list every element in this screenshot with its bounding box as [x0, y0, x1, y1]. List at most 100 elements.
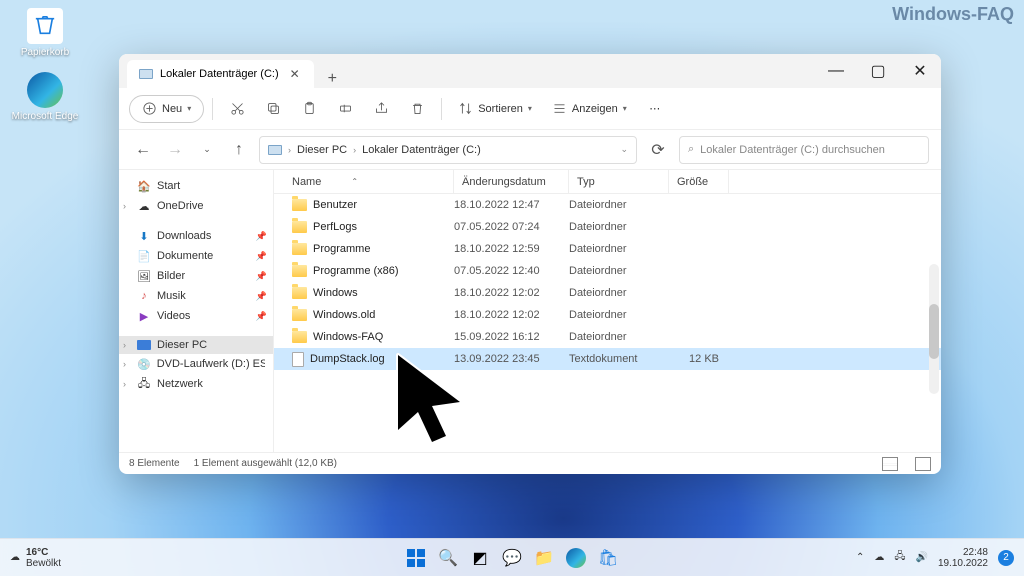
trash-icon: [410, 101, 425, 116]
network-icon: 🖧: [137, 377, 151, 391]
toolbar: Neu ▾ Sortieren ▾ Anzeigen ▾ ⋯: [119, 88, 941, 130]
tray-onedrive-icon[interactable]: ☁: [874, 552, 884, 563]
sidebar-item-thispc[interactable]: ›Dieser PC: [119, 336, 273, 354]
weather-desc: Bewölkt: [26, 558, 61, 569]
col-name[interactable]: Name⌃: [274, 170, 454, 193]
maximize-button[interactable]: ▢: [857, 54, 899, 88]
folder-icon: [292, 221, 307, 233]
clock[interactable]: 22:48 19.10.2022: [938, 547, 988, 569]
sidebar-item-music[interactable]: ♪Musik📌: [119, 286, 273, 306]
folder-icon: [292, 243, 307, 255]
status-bar: 8 Elemente 1 Element ausgewählt (12,0 KB…: [119, 452, 941, 474]
more-button[interactable]: ⋯: [639, 95, 671, 123]
nav-up[interactable]: ↑: [227, 138, 251, 162]
explorer-button[interactable]: 📁: [531, 545, 557, 571]
table-row[interactable]: Programme (x86)07.05.2022 12:40Dateiordn…: [274, 260, 941, 282]
table-row[interactable]: DumpStack.log13.09.2022 23:45Textdokumen…: [274, 348, 941, 370]
chat-button[interactable]: 💬: [499, 545, 525, 571]
view-icons-button[interactable]: [915, 457, 931, 471]
sort-icon: [458, 101, 473, 116]
tab-active[interactable]: Lokaler Datenträger (C:) ✕: [127, 60, 314, 88]
col-modified[interactable]: Änderungsdatum: [454, 170, 569, 193]
file-area: Name⌃ Änderungsdatum Typ Größe Benutzer1…: [274, 170, 941, 452]
file-type: Dateiordner: [569, 243, 669, 255]
sort-label: Sortieren: [478, 103, 523, 115]
sidebar-item-downloads[interactable]: ⬇Downloads📌: [119, 226, 273, 246]
search-placeholder: Lokaler Datenträger (C:) durchsuchen: [700, 144, 885, 156]
table-row[interactable]: Windows18.10.2022 12:02Dateiordner: [274, 282, 941, 304]
cut-button[interactable]: [221, 95, 253, 123]
start-button[interactable]: [403, 545, 429, 571]
nav-forward[interactable]: →: [163, 138, 187, 162]
table-row[interactable]: Windows.old18.10.2022 12:02Dateiordner: [274, 304, 941, 326]
search-input[interactable]: ⌕ Lokaler Datenträger (C:) durchsuchen: [679, 136, 929, 164]
table-row[interactable]: Programme18.10.2022 12:59Dateiordner: [274, 238, 941, 260]
sidebar-item-start[interactable]: 🏠Start: [119, 176, 273, 196]
nav-recent[interactable]: ⌄: [195, 138, 219, 162]
rename-icon: [338, 101, 353, 116]
sidebar-item-videos[interactable]: ▶Videos📌: [119, 306, 273, 326]
file-list: Benutzer18.10.2022 12:47DateiordnerPerfL…: [274, 194, 941, 452]
file-type: Dateiordner: [569, 199, 669, 211]
sidebar-item-documents[interactable]: 📄Dokumente📌: [119, 246, 273, 266]
new-tab-button[interactable]: +: [314, 70, 351, 88]
delete-button[interactable]: [401, 95, 433, 123]
edge-icon: [27, 72, 63, 108]
picture-icon: 🖼: [137, 269, 151, 283]
search-button[interactable]: 🔍: [435, 545, 461, 571]
chevron-down-icon[interactable]: ⌄: [620, 144, 628, 155]
tab-close-icon[interactable]: ✕: [286, 67, 304, 81]
file-size: 12 KB: [669, 353, 729, 365]
tray-network-icon[interactable]: 🖧: [894, 549, 905, 566]
scissors-icon: [230, 101, 245, 116]
home-icon: 🏠: [137, 179, 151, 193]
chevron-right-icon: ›: [123, 379, 126, 389]
new-button[interactable]: Neu ▾: [129, 95, 204, 123]
minimize-button[interactable]: —: [815, 54, 857, 88]
file-date: 18.10.2022 12:02: [454, 287, 569, 299]
folder-icon: [292, 331, 307, 343]
sort-button[interactable]: Sortieren ▾: [450, 95, 540, 123]
table-row[interactable]: PerfLogs07.05.2022 07:24Dateiordner: [274, 216, 941, 238]
desktop-edge[interactable]: Microsoft Edge: [10, 72, 80, 122]
chevron-right-icon: ›: [123, 359, 126, 369]
store-button[interactable]: 🛍: [595, 545, 621, 571]
view-details-button[interactable]: [882, 457, 898, 471]
clipboard-icon: [302, 101, 317, 116]
sidebar-item-pictures[interactable]: 🖼Bilder📌: [119, 266, 273, 286]
weather-widget[interactable]: ☁ 16°C Bewölkt: [10, 547, 61, 569]
breadcrumb-node[interactable]: Dieser PC: [297, 144, 347, 156]
tray-volume-icon[interactable]: 🔊: [915, 552, 927, 563]
refresh-button[interactable]: ⟳: [645, 137, 671, 163]
paste-button[interactable]: [293, 95, 325, 123]
taskview-button[interactable]: ◩: [467, 545, 493, 571]
pin-icon: 📌: [256, 231, 267, 242]
breadcrumb-node[interactable]: Lokaler Datenträger (C:): [362, 144, 481, 156]
file-date: 15.09.2022 16:12: [454, 331, 569, 343]
notification-badge[interactable]: 2: [998, 550, 1014, 566]
rename-button[interactable]: [329, 95, 361, 123]
sidebar-item-network[interactable]: ›🖧Netzwerk: [119, 374, 273, 394]
copy-button[interactable]: [257, 95, 289, 123]
view-button[interactable]: Anzeigen ▾: [544, 95, 635, 123]
breadcrumb[interactable]: › Dieser PC › Lokaler Datenträger (C:) ⌄: [259, 136, 637, 164]
table-row[interactable]: Benutzer18.10.2022 12:47Dateiordner: [274, 194, 941, 216]
table-row[interactable]: Windows-FAQ15.09.2022 16:12Dateiordner: [274, 326, 941, 348]
col-size[interactable]: Größe: [669, 170, 729, 193]
edge-button[interactable]: [563, 545, 589, 571]
document-icon: 📄: [137, 249, 151, 263]
cloud-icon: ☁: [137, 199, 151, 213]
col-type[interactable]: Typ: [569, 170, 669, 193]
nav-row: ← → ⌄ ↑ › Dieser PC › Lokaler Datenträge…: [119, 130, 941, 170]
tray-chevron-icon[interactable]: ⌃: [856, 552, 864, 563]
share-button[interactable]: [365, 95, 397, 123]
music-icon: ♪: [137, 289, 151, 303]
nav-back[interactable]: ←: [131, 138, 155, 162]
close-button[interactable]: ✕: [899, 54, 941, 88]
sidebar-item-onedrive[interactable]: ›☁OneDrive: [119, 196, 273, 216]
sidebar-item-dvd[interactable]: ›💿DVD-Laufwerk (D:) ESD-I: [119, 354, 273, 374]
desktop-recycle-bin[interactable]: Papierkorb: [10, 8, 80, 58]
chevron-right-icon: ›: [123, 340, 126, 350]
file-date: 18.10.2022 12:59: [454, 243, 569, 255]
file-type: Textdokument: [569, 353, 669, 365]
